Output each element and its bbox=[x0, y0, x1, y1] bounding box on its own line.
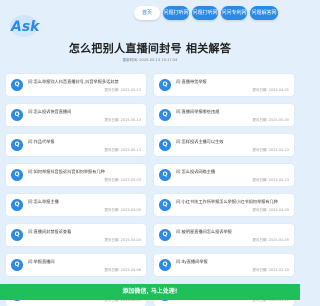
question-text[interactable]: 问:怎么举报别人抖音直播封号,抖音举报多话封禁 bbox=[28, 79, 142, 85]
question-card[interactable]: Q 问:如何举报抖音投诉抖音如何举报有几种 提问日期: 2025-05-03 bbox=[6, 164, 146, 186]
question-date: 提问日期: 2025-04-06 bbox=[104, 268, 141, 272]
contact-cta-button[interactable]: 添加微信, 马上处理! bbox=[0, 284, 300, 300]
question-card[interactable]: Q 问:怎样投诉主播可以生效 提问日期: 2025-04-23 bbox=[154, 134, 294, 156]
update-time: 更新时间: 2025-05-13 15:17:54 bbox=[122, 58, 178, 62]
question-date: 提问日期: 2025-05-13 bbox=[104, 118, 141, 122]
question-text[interactable]: 问:小红书技工作所举报怎么举报小红书如何举报有几种 bbox=[176, 199, 290, 205]
question-card[interactable]: Q 问:小红书技工作所举报怎么举报小红书如何举报有几种 提问日期: 2025-0… bbox=[154, 194, 294, 216]
page-title: 怎么把别人直播间封号 相关解答 bbox=[68, 42, 232, 55]
question-card[interactable]: Q 问:dy直播间举报 提问日期: 2025-03-20 bbox=[154, 254, 294, 276]
question-text[interactable]: 问:dy直播间举报 bbox=[176, 259, 290, 265]
question-icon: Q bbox=[159, 109, 171, 121]
nav-item-3[interactable]: 问问专利网 bbox=[221, 6, 247, 20]
question-card[interactable]: Q 问:举报直播间 提问日期: 2025-04-06 bbox=[6, 254, 146, 276]
nav-item-1[interactable]: 问题打听网 bbox=[163, 6, 189, 20]
question-text[interactable]: 问:作品代举报 bbox=[28, 139, 142, 145]
question-icon: Q bbox=[11, 139, 23, 151]
question-date: 提问日期: 2025-04-05 bbox=[252, 238, 289, 242]
question-date: 提问日期: 2025-04-04 bbox=[104, 238, 141, 242]
question-icon: Q bbox=[159, 169, 171, 181]
question-icon: Q bbox=[11, 169, 23, 181]
question-date: 提问日期: 2025-05-13 bbox=[104, 88, 141, 92]
question-date: 提问日期: 2025-05-13 bbox=[104, 148, 141, 152]
nav-item-2[interactable]: 问题打听网 bbox=[192, 6, 218, 20]
question-icon: Q bbox=[11, 79, 23, 91]
question-text[interactable]: 问:怎么投诉网络主播 bbox=[176, 169, 290, 175]
question-card[interactable]: Q 问:作品代举报 提问日期: 2025-05-13 bbox=[6, 134, 146, 156]
nav-item-4[interactable]: 问题解答网 bbox=[250, 6, 278, 20]
question-card[interactable]: Q 问:怎么投诉网络主播 提问日期: 2025-05-23 bbox=[154, 164, 294, 186]
question-date: 提问日期: 2025-05-03 bbox=[104, 178, 141, 182]
question-icon: Q bbox=[159, 79, 171, 91]
question-icon: Q bbox=[11, 229, 23, 241]
question-text[interactable]: 问:直播间举报哪些违规 bbox=[176, 109, 290, 115]
question-text[interactable]: 问:直播间封禁投诉查看 bbox=[28, 229, 142, 235]
question-icon: Q bbox=[159, 229, 171, 241]
question-text[interactable]: 问:怎么投诉快音直播间 bbox=[28, 109, 142, 115]
question-card[interactable]: Q 问:直播带货举报 提问日期: 2025-04-01 bbox=[154, 74, 294, 96]
question-date: 提问日期: 2025-04-09 bbox=[252, 208, 289, 212]
question-date: 提问日期: 2025-04-09 bbox=[104, 208, 141, 212]
question-icon: Q bbox=[159, 139, 171, 151]
question-icon: Q bbox=[11, 259, 23, 271]
nav-home[interactable]: 首页 bbox=[134, 6, 160, 20]
question-card[interactable]: Q 问:怎么投诉快音直播间 提问日期: 2025-05-13 bbox=[6, 104, 146, 126]
question-date: 提问日期: 2025-04-01 bbox=[252, 88, 289, 92]
question-date: 提问日期: 2025-05-05 bbox=[252, 118, 289, 122]
question-text[interactable]: 问:直播带货举报 bbox=[176, 79, 290, 85]
question-card[interactable]: Q 问:怎么举报主播 提问日期: 2025-04-09 bbox=[6, 194, 146, 216]
question-text[interactable]: 问:如何举报抖音投诉抖音如何举报有几种 bbox=[28, 169, 142, 175]
question-card[interactable]: Q 问:被明星直播间怎么投诉举报 提问日期: 2025-04-05 bbox=[154, 224, 294, 246]
question-date: 提问日期: 2025-03-20 bbox=[252, 268, 289, 272]
question-card[interactable]: Q 问:直播间举报哪些违规 提问日期: 2025-05-05 bbox=[154, 104, 294, 126]
question-card[interactable]: Q 问:直播间封禁投诉查看 提问日期: 2025-04-04 bbox=[6, 224, 146, 246]
question-icon: Q bbox=[159, 199, 171, 211]
question-icon: Q bbox=[11, 199, 23, 211]
question-text[interactable]: 问:怎样投诉主播可以生效 bbox=[176, 139, 290, 145]
question-text[interactable]: 问:举报直播间 bbox=[28, 259, 142, 265]
question-icon: Q bbox=[159, 259, 171, 271]
site-logo[interactable]: Ask bbox=[8, 8, 41, 40]
question-date: 提问日期: 2025-05-23 bbox=[252, 178, 289, 182]
question-date: 提问日期: 2025-04-23 bbox=[252, 148, 289, 152]
svg-text:Ask: Ask bbox=[10, 19, 40, 35]
question-card[interactable]: Q 问:怎么举报别人抖音直播封号,抖音举报多话封禁 提问日期: 2025-05-… bbox=[6, 74, 146, 96]
question-icon: Q bbox=[11, 109, 23, 121]
question-text[interactable]: 问:怎么举报主播 bbox=[28, 199, 142, 205]
question-text[interactable]: 问:被明星直播间怎么投诉举报 bbox=[176, 229, 290, 235]
